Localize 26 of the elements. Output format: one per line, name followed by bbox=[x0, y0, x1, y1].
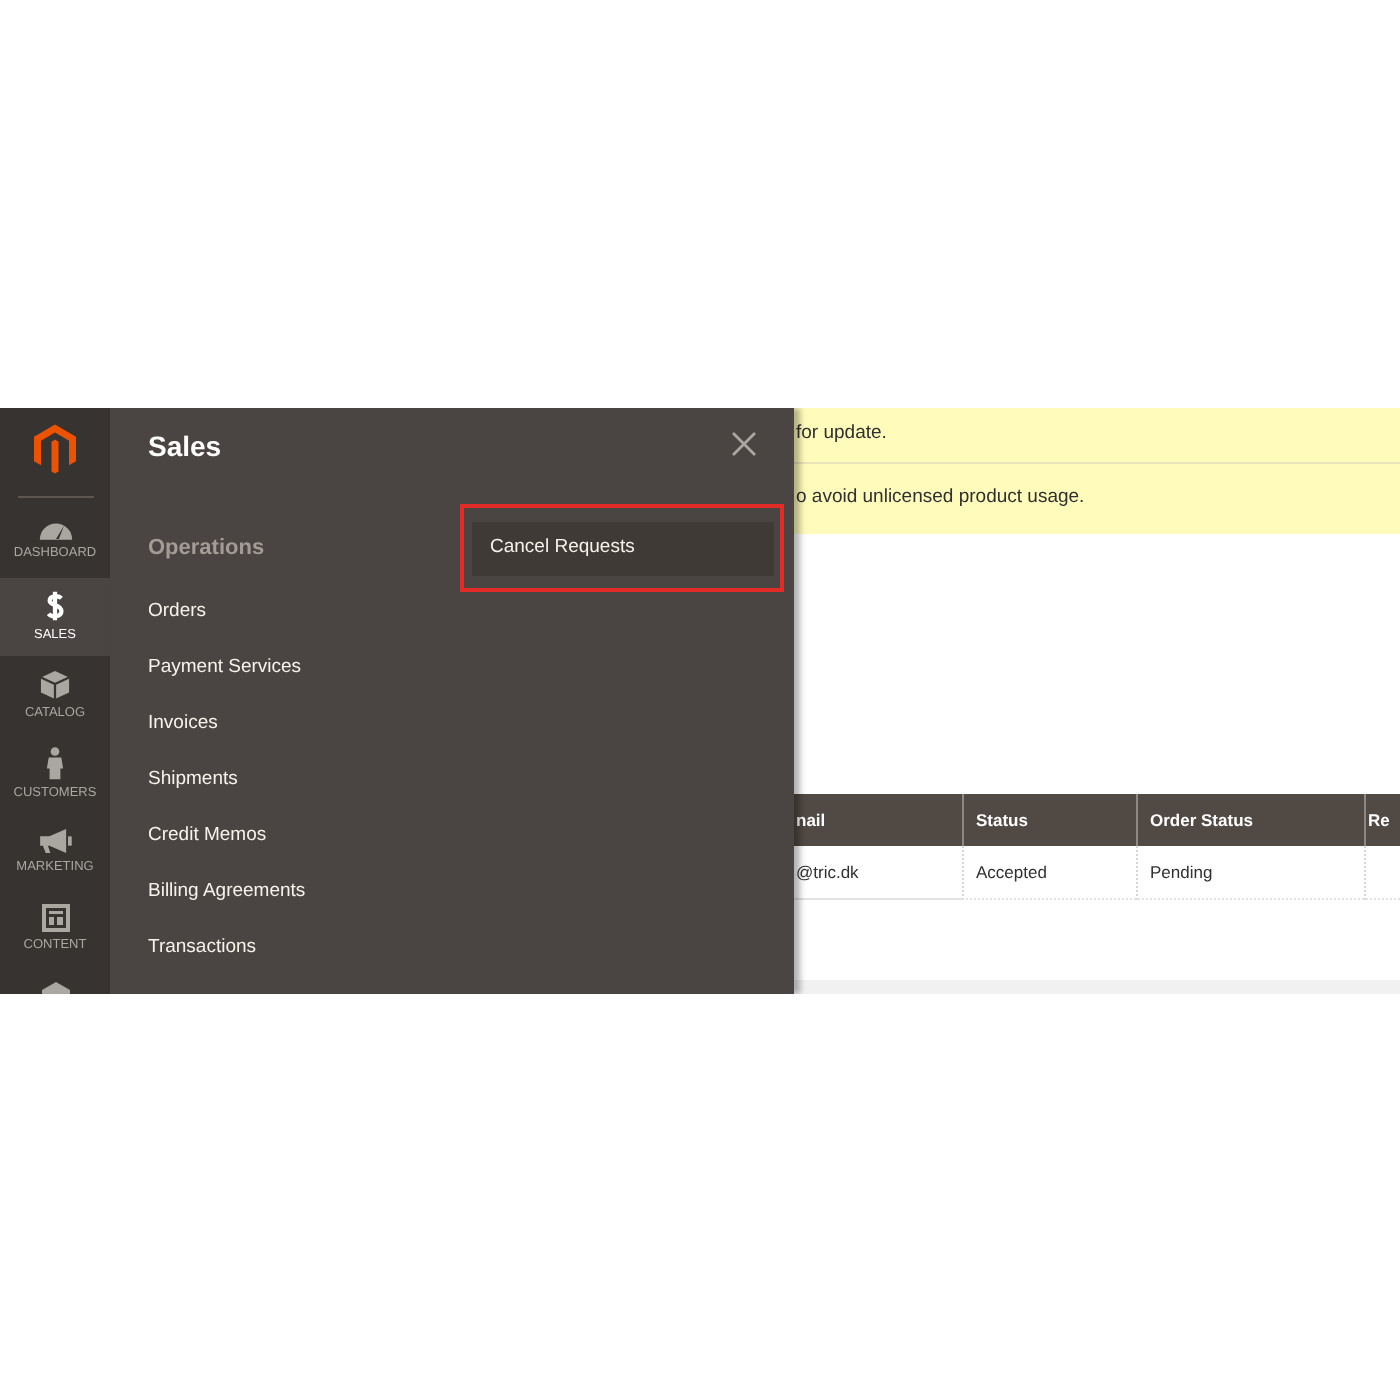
menu-item[interactable]: Credit Memos bbox=[148, 810, 267, 864]
dollar-icon bbox=[44, 590, 66, 622]
table-cell: Pending bbox=[1136, 846, 1364, 900]
table-cell: Accepted bbox=[962, 846, 1136, 900]
menu-item[interactable]: Cancel Requests bbox=[472, 522, 774, 576]
column-header[interactable]: Order Status bbox=[1136, 794, 1364, 846]
menu-item[interactable]: Invoices bbox=[148, 698, 218, 752]
cube-icon bbox=[40, 669, 70, 699]
logo-icon[interactable] bbox=[34, 424, 76, 474]
layout-icon bbox=[41, 904, 69, 932]
menu-item[interactable]: Orders bbox=[148, 586, 207, 640]
panel-title: Sales bbox=[148, 428, 222, 464]
close-icon[interactable] bbox=[732, 432, 756, 456]
column-header[interactable]: Status bbox=[962, 794, 1136, 846]
person-icon bbox=[46, 745, 64, 779]
section-heading: Operations bbox=[148, 534, 265, 562]
menu-item[interactable]: Billing Agreements bbox=[148, 866, 306, 920]
megaphone-icon bbox=[38, 827, 72, 853]
menu-item[interactable]: Shipments bbox=[148, 754, 238, 808]
menu-item[interactable]: Transactions bbox=[148, 922, 257, 976]
notice-text: o avoid unlicensed product usage. bbox=[796, 484, 1085, 513]
hexagon-icon bbox=[41, 982, 69, 994]
notice-text: for update. bbox=[796, 420, 887, 449]
menu-item[interactable]: Payment Services bbox=[148, 642, 302, 696]
column-header[interactable]: Re bbox=[1364, 794, 1400, 846]
column-header[interactable]: nail bbox=[794, 794, 962, 846]
